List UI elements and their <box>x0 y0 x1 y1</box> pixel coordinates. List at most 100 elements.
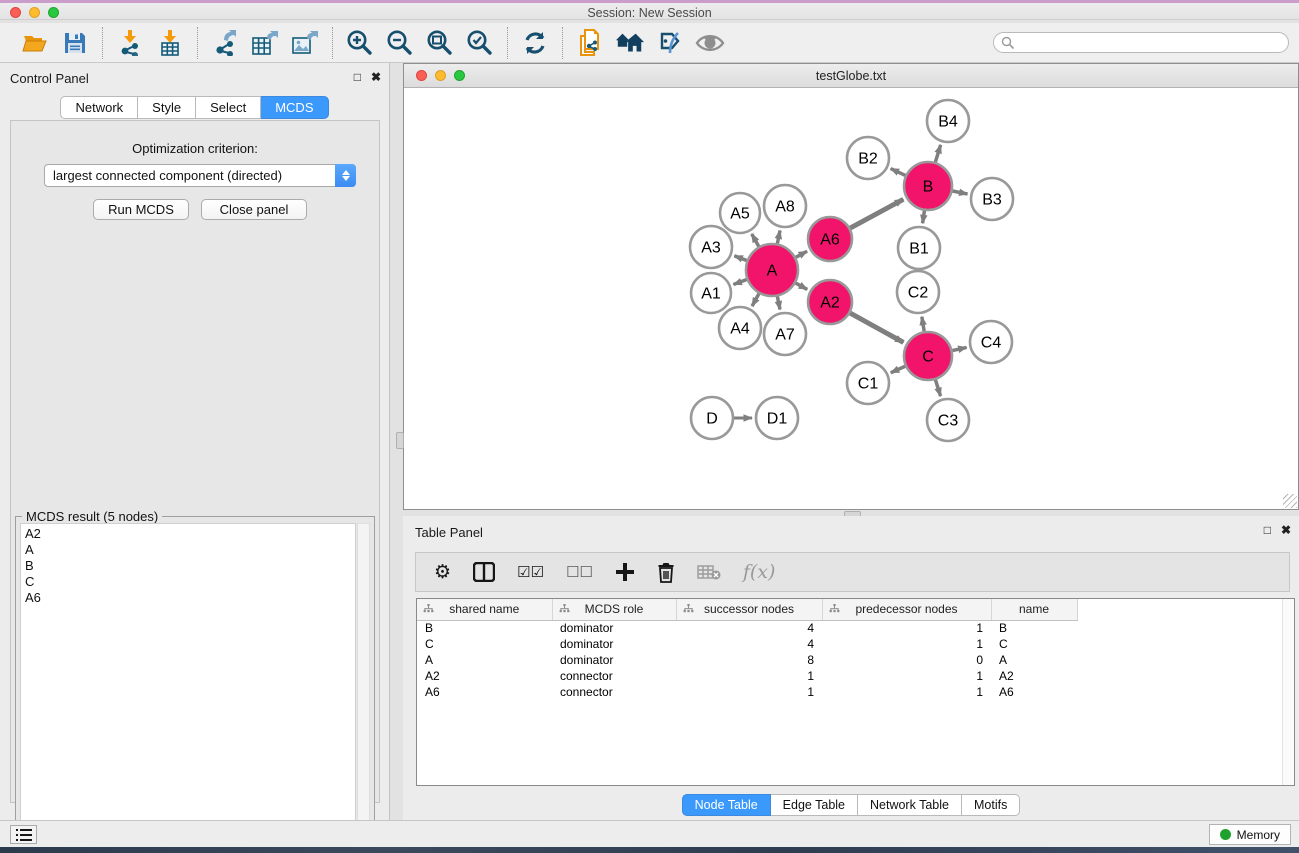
table-row[interactable]: A2connector11A2 <box>417 668 1077 684</box>
table-cell[interactable]: 1 <box>822 668 991 684</box>
network-window-titlebar[interactable]: testGlobe.txt <box>404 64 1298 88</box>
split-column-icon[interactable] <box>473 557 495 587</box>
graph-node-C1[interactable]: C1 <box>847 362 889 404</box>
table-cell[interactable]: 8 <box>676 652 822 668</box>
mcds-result-list[interactable]: A2ABCA6 <box>20 523 356 851</box>
graph-node-A6[interactable]: A6 <box>808 217 852 261</box>
table-cell[interactable]: 0 <box>822 652 991 668</box>
graph-node-A4[interactable]: A4 <box>719 307 761 349</box>
column-header-predecessor-nodes[interactable]: predecessor nodes <box>822 599 991 620</box>
table-cell[interactable]: 1 <box>822 684 991 700</box>
function-icon[interactable]: f(x) <box>743 557 776 587</box>
graph-edge-A-A5[interactable] <box>752 234 759 247</box>
table-cell[interactable]: C <box>991 636 1077 652</box>
memory-button[interactable]: Memory <box>1209 824 1291 845</box>
graph-node-B4[interactable]: B4 <box>927 100 969 142</box>
table-cell[interactable]: 1 <box>822 620 991 636</box>
column-header-name[interactable]: name <box>991 599 1077 620</box>
tab-select[interactable]: Select <box>196 96 261 119</box>
graph-edge-C-C4[interactable] <box>952 347 966 350</box>
graph-node-A1[interactable]: A1 <box>691 273 731 313</box>
close-panel-icon[interactable]: ✖ <box>371 70 381 84</box>
zoom-in-icon[interactable] <box>345 28 375 58</box>
import-network-icon[interactable] <box>115 28 145 58</box>
add-icon[interactable] <box>615 557 635 587</box>
table-cell[interactable]: 4 <box>676 636 822 652</box>
table-cell[interactable]: A6 <box>417 684 552 700</box>
graph-node-D[interactable]: D <box>691 397 733 439</box>
tab-mcds[interactable]: MCDS <box>261 96 328 119</box>
table-cell[interactable]: A2 <box>417 668 552 684</box>
table-cell[interactable]: connector <box>552 668 676 684</box>
graph-node-C[interactable]: C <box>904 332 952 380</box>
table-row[interactable]: A6connector11A6 <box>417 684 1077 700</box>
table-cell[interactable]: 1 <box>676 668 822 684</box>
table-cell[interactable]: B <box>991 620 1077 636</box>
graph-edge-A-A6[interactable] <box>796 251 807 257</box>
graph-edge-A-A1[interactable] <box>733 280 746 285</box>
tab-node-table[interactable]: Node Table <box>682 794 771 816</box>
unchecked-boxes-icon[interactable]: ☐☐ <box>566 557 593 587</box>
graph-node-C3[interactable]: C3 <box>927 399 969 441</box>
refresh-icon[interactable] <box>520 28 550 58</box>
graph-edge-C-C3[interactable] <box>935 380 940 396</box>
home-icon[interactable] <box>615 28 645 58</box>
graph-edge-A-A8[interactable] <box>777 230 780 243</box>
graph-node-A2[interactable]: A2 <box>808 280 852 324</box>
import-table-icon[interactable] <box>155 28 185 58</box>
graph-node-A[interactable]: A <box>746 244 798 296</box>
open-folder-icon[interactable] <box>20 28 50 58</box>
table-cell[interactable]: 1 <box>676 684 822 700</box>
table-cell[interactable]: dominator <box>552 636 676 652</box>
graph-node-C2[interactable]: C2 <box>897 271 939 313</box>
graph-edge-A-A3[interactable] <box>734 256 746 261</box>
gear-icon[interactable]: ⚙ <box>434 557 451 587</box>
delete-table-icon[interactable] <box>697 557 721 587</box>
graph-edge-C-C2[interactable] <box>922 317 924 332</box>
vertical-split-handle[interactable] <box>396 432 404 449</box>
close-table-panel-icon[interactable]: ✖ <box>1281 523 1291 537</box>
mcds-result-item[interactable]: C <box>25 574 351 590</box>
export-table-icon[interactable] <box>250 28 280 58</box>
copy-network-icon[interactable] <box>575 28 605 58</box>
close-panel-button[interactable]: Close panel <box>201 199 307 220</box>
graph-node-A7[interactable]: A7 <box>764 313 806 355</box>
node-table[interactable]: shared nameMCDS rolesuccessor nodesprede… <box>417 599 1078 700</box>
graph-node-B1[interactable]: B1 <box>898 227 940 269</box>
table-cell[interactable]: A2 <box>991 668 1077 684</box>
resize-grip[interactable] <box>1283 494 1297 508</box>
table-row[interactable]: Bdominator41B <box>417 620 1077 636</box>
table-cell[interactable]: 1 <box>822 636 991 652</box>
graph-node-B[interactable]: B <box>904 162 952 210</box>
zoom-out-icon[interactable] <box>385 28 415 58</box>
column-header-successor-nodes[interactable]: successor nodes <box>676 599 822 620</box>
column-header-MCDS-role[interactable]: MCDS role <box>552 599 676 620</box>
tab-motifs[interactable]: Motifs <box>962 794 1020 816</box>
network-canvas[interactable]: B4B2BB3B1A5A8A6A3AA1A4A7A2C2CC4C1C3DD1 <box>404 88 1298 509</box>
tab-network-table[interactable]: Network Table <box>858 794 962 816</box>
tab-style[interactable]: Style <box>138 96 196 119</box>
mcds-result-item[interactable]: A6 <box>25 590 351 606</box>
table-row[interactable]: Cdominator41C <box>417 636 1077 652</box>
table-cell[interactable]: 4 <box>676 620 822 636</box>
export-image-icon[interactable] <box>290 28 320 58</box>
table-cell[interactable]: B <box>417 620 552 636</box>
graph-node-C4[interactable]: C4 <box>970 321 1012 363</box>
float-panel-icon[interactable]: □ <box>354 70 361 84</box>
table-cell[interactable]: C <box>417 636 552 652</box>
checked-boxes-icon[interactable]: ☑☑ <box>517 557 544 587</box>
graph-node-D1[interactable]: D1 <box>756 397 798 439</box>
graph-edge-A-A4[interactable] <box>752 294 759 306</box>
column-header-shared-name[interactable]: shared name <box>417 599 552 620</box>
mcds-result-item[interactable]: A2 <box>25 526 351 542</box>
trash-icon[interactable] <box>657 557 675 587</box>
graph-edge-C-C1[interactable] <box>891 366 905 372</box>
graph-edge-B-B3[interactable] <box>952 191 967 194</box>
criterion-select[interactable]: largest connected component (directed) <box>44 164 356 187</box>
graph-node-A8[interactable]: A8 <box>764 185 806 227</box>
mcds-result-item[interactable]: A <box>25 542 351 558</box>
hide-labels-icon[interactable] <box>655 28 685 58</box>
graph-node-A5[interactable]: A5 <box>720 193 760 233</box>
table-cell[interactable]: dominator <box>552 652 676 668</box>
mcds-result-item[interactable]: B <box>25 558 351 574</box>
